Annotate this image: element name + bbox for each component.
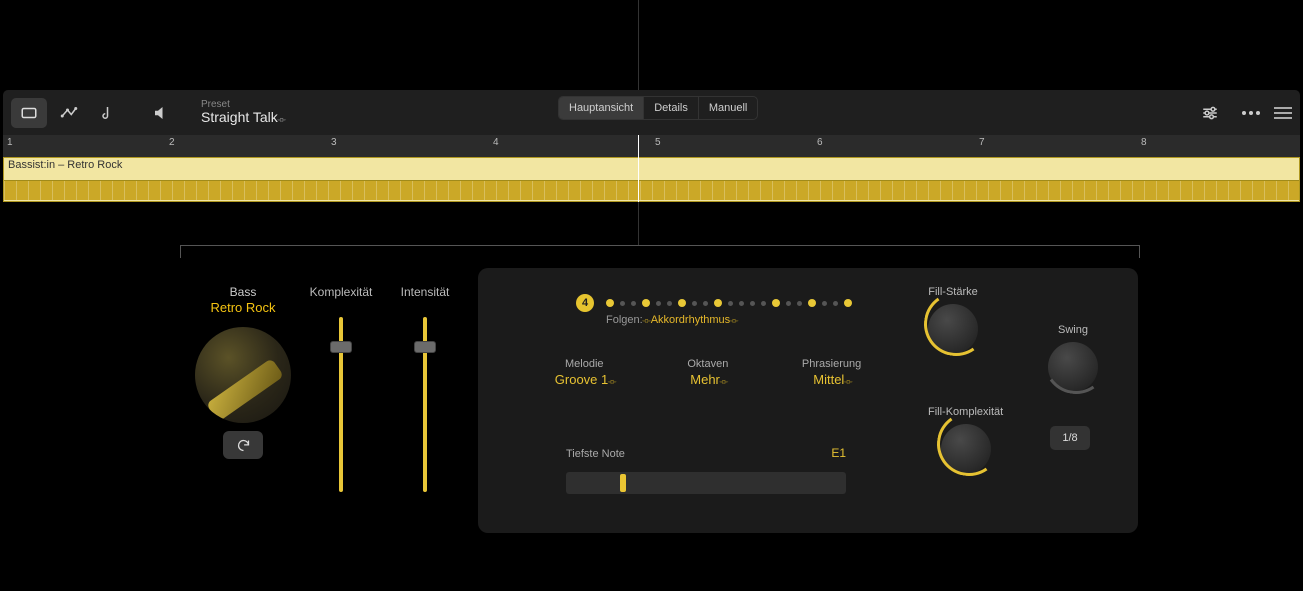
lowest-note-value: E1 <box>831 446 846 460</box>
intensity-slider[interactable] <box>423 317 427 492</box>
intensity-label: Intensität <box>390 285 460 299</box>
ruler-mark: 1 <box>7 137 13 148</box>
swing-division-chip[interactable]: 1/8 <box>1050 426 1090 450</box>
phrasing-label: Phrasierung <box>802 358 861 370</box>
melody-label: Melodie <box>555 358 614 370</box>
region-waveform <box>4 180 1299 200</box>
instrument-image[interactable] <box>195 327 291 423</box>
octaves-value: Mehr <box>687 372 728 387</box>
follow-label: Folgen: <box>606 314 648 326</box>
score-view-icon[interactable] <box>91 98 127 128</box>
editor-bracket <box>180 245 1140 260</box>
view-segmented-control: Hauptansicht Details Manuell <box>558 96 758 120</box>
fill-complexity-knob[interactable] <box>941 424 991 474</box>
lowest-note-thumb[interactable] <box>620 474 626 492</box>
follow-setting[interactable]: Folgen: Akkordrhythmus <box>606 314 736 326</box>
refresh-icon <box>236 438 251 453</box>
octaves-param[interactable]: Oktaven Mehr <box>687 358 728 387</box>
preset-name: Straight Talk <box>201 110 283 125</box>
editor-header: Preset Straight Talk Hauptansicht Detail… <box>3 90 1300 135</box>
tab-manuell[interactable]: Manuell <box>699 97 758 119</box>
lowest-note-label: Tiefste Note <box>566 448 625 460</box>
playhead[interactable] <box>638 135 639 202</box>
tab-details[interactable]: Details <box>644 97 699 119</box>
ruler-mark: 8 <box>1141 137 1147 148</box>
preset-selector[interactable]: Preset Straight Talk <box>201 99 283 125</box>
ruler-mark: 3 <box>331 137 337 148</box>
regenerate-button[interactable] <box>223 431 263 459</box>
bass-region[interactable]: Bassist:in – Retro Rock <box>3 157 1300 202</box>
instrument-type-label: Bass <box>188 285 298 299</box>
phrasing-value: Mittel <box>802 372 861 387</box>
timeline-ruler[interactable]: 1 2 3 4 5 6 7 8 <box>3 135 1300 157</box>
pattern-steps[interactable]: 4 <box>576 294 852 312</box>
automation-view-icon[interactable] <box>51 98 87 128</box>
region-view-icon[interactable] <box>11 98 47 128</box>
swing-knob[interactable] <box>1048 342 1098 392</box>
ruler-mark: 4 <box>493 137 499 148</box>
phrasing-param[interactable]: Phrasierung Mittel <box>802 358 861 387</box>
complexity-slider[interactable] <box>339 317 343 492</box>
melody-param[interactable]: Melodie Groove 1 <box>555 358 614 387</box>
octaves-label: Oktaven <box>687 358 728 370</box>
region-name: Bassist:in – Retro Rock <box>8 159 122 171</box>
follow-value: Akkordrhythmus <box>651 314 736 326</box>
fill-strength-knob[interactable] <box>928 304 978 354</box>
volume-icon[interactable] <box>143 98 179 128</box>
details-card: 4 Folgen: Akkordrhythmus Melodie Groove … <box>478 268 1138 533</box>
complexity-label: Komplexität <box>306 285 376 299</box>
pattern-step-current[interactable]: 4 <box>576 294 594 312</box>
settings-sliders-icon[interactable] <box>1192 98 1228 128</box>
ruler-mark: 6 <box>817 137 823 148</box>
ruler-mark: 7 <box>979 137 985 148</box>
instrument-style[interactable]: Retro Rock <box>188 300 298 315</box>
ruler-mark: 5 <box>655 137 661 148</box>
list-menu-icon[interactable] <box>1274 107 1292 119</box>
lowest-note-slider[interactable] <box>566 472 846 494</box>
more-menu-icon[interactable] <box>1242 111 1260 115</box>
melody-value: Groove 1 <box>555 372 614 387</box>
tab-hauptansicht[interactable]: Hauptansicht <box>559 97 644 119</box>
ruler-mark: 2 <box>169 137 175 148</box>
